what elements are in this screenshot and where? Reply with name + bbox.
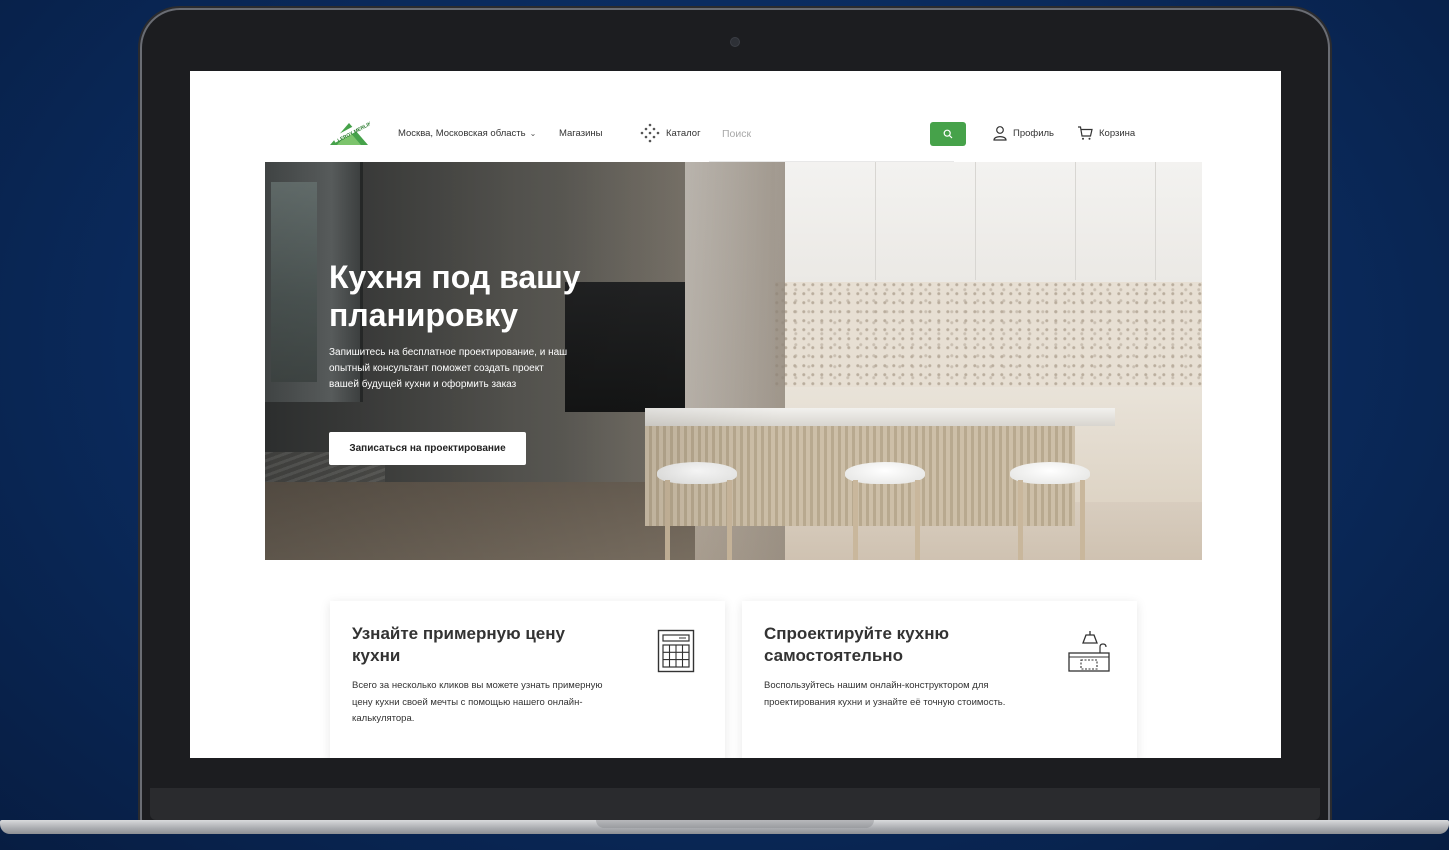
stores-link[interactable]: Магазины — [559, 128, 602, 139]
price-calculator-card[interactable]: Узнайте примерную цену кухни Всего за не… — [330, 601, 725, 758]
cart-icon[interactable] — [1077, 125, 1093, 141]
city-label: Москва, Московская область — [398, 128, 526, 139]
kitchen-icon — [1068, 631, 1110, 672]
laptop-chin — [150, 788, 1320, 820]
profile-link[interactable]: Профиль — [1013, 128, 1054, 139]
search-button[interactable] — [930, 122, 966, 146]
hero-image-backsplash — [775, 282, 1202, 392]
cabinet-seam — [975, 162, 976, 280]
catalog-button[interactable]: Каталог — [666, 128, 701, 139]
cart-link[interactable]: Корзина — [1099, 128, 1135, 139]
card-text: Воспользуйтесь нашим онлайн-конструкторо… — [764, 680, 1006, 708]
card-title: Узнайте примерную цену кухни — [352, 624, 565, 665]
stool-leg — [915, 480, 920, 560]
search-icon — [943, 129, 953, 138]
cabinet-seam — [1075, 162, 1076, 280]
laptop-notch — [596, 820, 874, 828]
stool-leg — [853, 480, 858, 560]
city-selector[interactable]: Москва, Московская область ⌄ — [398, 128, 536, 139]
hero-banner: Кухня под вашу планировку Запишитесь на … — [265, 162, 1202, 560]
calculator-icon — [657, 629, 695, 673]
card-title: Спроектируйте кухню самостоятельно — [764, 624, 950, 665]
camera — [731, 38, 739, 46]
cabinet-seam — [1155, 162, 1156, 280]
catalog-icon[interactable] — [640, 123, 660, 143]
hero-title: Кухня под вашу планировку — [329, 259, 581, 333]
kitchen-designer-card[interactable]: Спроектируйте кухню самостоятельно Воспо… — [742, 601, 1137, 758]
stool-leg — [1018, 480, 1023, 560]
card-text: Всего за несколько кликов вы можете узна… — [352, 680, 603, 724]
profile-icon[interactable] — [992, 125, 1008, 141]
stool-leg — [1080, 480, 1085, 560]
cabinet-seam — [875, 162, 876, 280]
site-header: LEROY MERLIN Москва, Московская область ⌄… — [190, 111, 1281, 163]
leroy-merlin-logo[interactable]: LEROY MERLIN — [328, 119, 370, 147]
hero-description: Запишитесь на бесплатное проектирование,… — [329, 347, 568, 390]
book-design-button[interactable]: Записаться на проектирование — [329, 432, 526, 465]
hero-image-cabinets — [775, 162, 1202, 282]
search-input[interactable] — [720, 121, 924, 147]
chevron-down-icon: ⌄ — [529, 129, 537, 138]
browser-screen: LEROY MERLIN Москва, Московская область ⌄… — [190, 71, 1281, 758]
